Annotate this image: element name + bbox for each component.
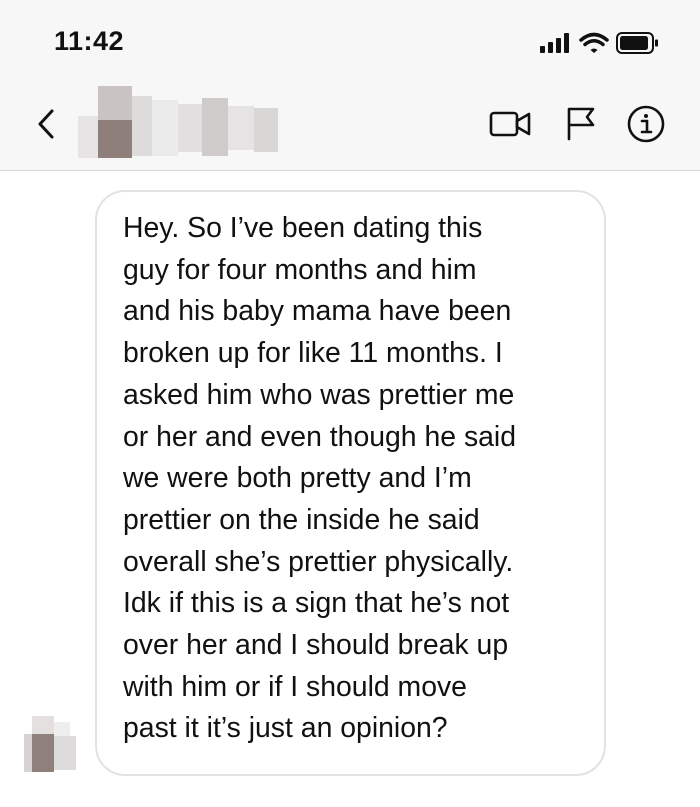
report-flag-icon[interactable] <box>563 105 599 141</box>
back-icon[interactable] <box>34 106 58 142</box>
info-icon[interactable] <box>626 105 666 143</box>
signal-icon <box>540 33 569 53</box>
status-time: 11:42 <box>54 26 125 56</box>
battery-icon <box>616 32 658 54</box>
video-call-icon[interactable] <box>489 105 533 141</box>
contact-name-pixelation <box>78 86 278 164</box>
avatar[interactable] <box>24 716 78 774</box>
message-bubble[interactable]: Hey. So I’ve been dating this guy for fo… <box>95 190 606 776</box>
wifi-icon <box>579 32 609 53</box>
message-text: Hey. So I’ve been dating this guy for fo… <box>123 212 517 745</box>
status-icons <box>540 31 660 55</box>
chat-header <box>0 80 700 171</box>
status-bar: 11:42 <box>0 0 700 80</box>
